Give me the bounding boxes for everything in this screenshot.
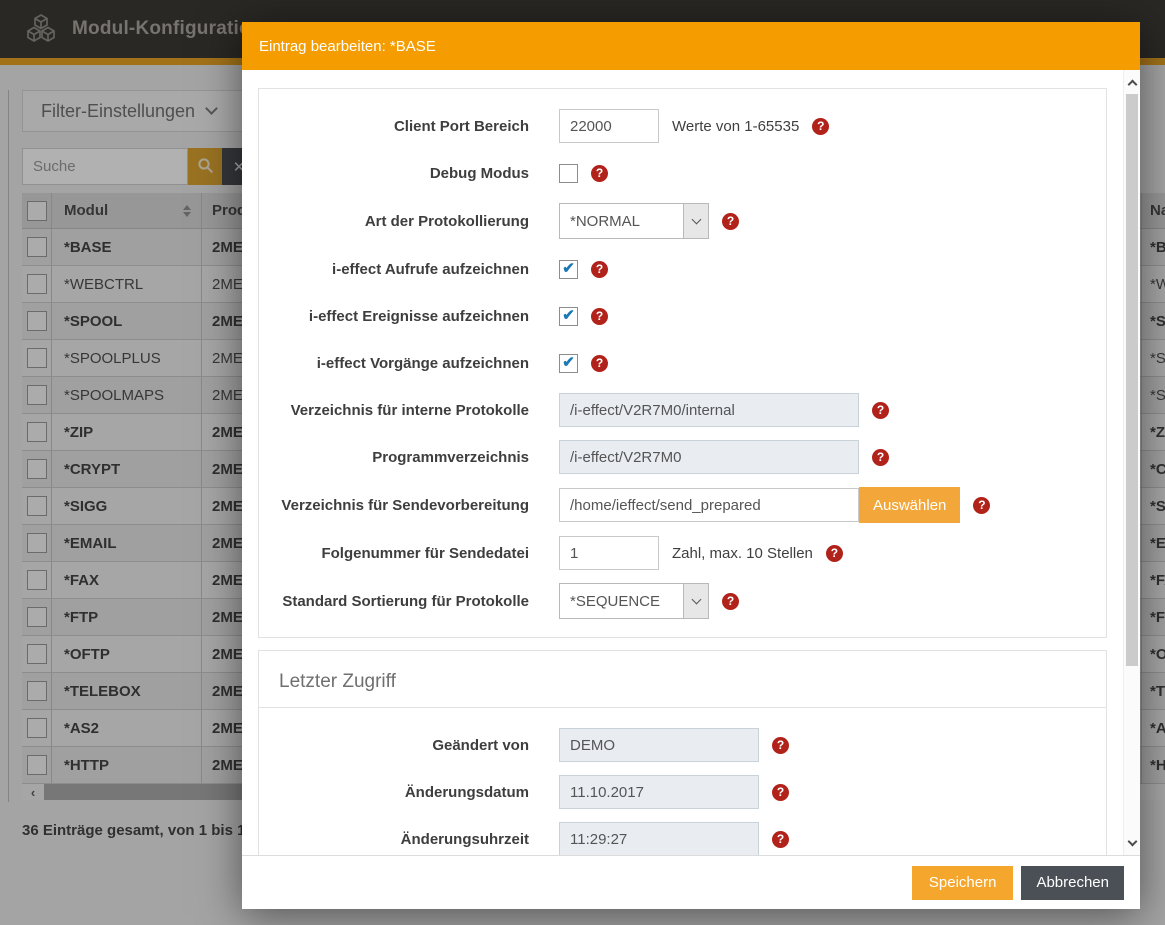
form-row-aufrufe: i-effect Aufrufe aufzeichnen ? (259, 252, 1106, 286)
debug-checkbox[interactable] (559, 164, 578, 183)
form-row-client-port: Client Port Bereich Werte von 1-65535 ? (259, 109, 1106, 143)
help-icon[interactable]: ? (591, 165, 608, 182)
client-port-input[interactable] (559, 109, 659, 143)
form-row-folgenummer: Folgenummer für Sendedatei Zahl, max. 10… (259, 536, 1106, 570)
modal-title: Eintrag bearbeiten: *BASE (259, 38, 436, 55)
vorgaenge-label: i-effect Vorgänge aufzeichnen (259, 355, 529, 372)
aenderungsuhrzeit-input (559, 822, 759, 855)
edit-entry-modal: Eintrag bearbeiten: *BASE Client Port Be… (242, 22, 1140, 909)
folgenummer-input[interactable] (559, 536, 659, 570)
help-icon[interactable]: ? (722, 593, 739, 610)
settings-panel: Client Port Bereich Werte von 1-65535 ? … (258, 88, 1107, 638)
form-row-debug: Debug Modus ? (259, 156, 1106, 190)
help-icon[interactable]: ? (772, 831, 789, 848)
sendevorbereitung-label: Verzeichnis für Sendevorbereitung (259, 497, 529, 514)
modal-body: Client Port Bereich Werte von 1-65535 ? … (242, 70, 1140, 855)
form-row-programmverzeichnis: Programmverzeichnis ? (259, 440, 1106, 474)
help-icon[interactable]: ? (772, 784, 789, 801)
form-row-sendevorbereitung: Verzeichnis für Sendevorbereitung Auswäh… (259, 487, 1106, 523)
help-icon[interactable]: ? (973, 497, 990, 514)
form-row-ereignisse: i-effect Ereignisse aufzeichnen ? (259, 299, 1106, 333)
sendevorbereitung-input[interactable] (559, 488, 859, 522)
help-icon[interactable]: ? (872, 402, 889, 419)
page: Modul-Konfiguration Filter-Einstellungen… (0, 0, 1165, 925)
aenderungsdatum-label: Änderungsdatum (259, 784, 529, 801)
form-row-sortierung: Standard Sortierung für Protokolle *SEQU… (259, 583, 1106, 619)
help-icon[interactable]: ? (872, 449, 889, 466)
protokollierung-select[interactable]: *NORMAL (559, 203, 709, 239)
folgenummer-label: Folgenummer für Sendedatei (259, 545, 529, 562)
scroll-up-arrow-icon[interactable] (1124, 74, 1140, 90)
help-icon[interactable]: ? (826, 545, 843, 562)
scroll-down-arrow-icon[interactable] (1124, 835, 1140, 851)
protokollierung-label: Art der Protokollierung (259, 213, 529, 230)
debug-label: Debug Modus (259, 165, 529, 182)
help-icon[interactable]: ? (772, 737, 789, 754)
geaendert-von-input (559, 728, 759, 762)
letzter-zugriff-panel: Letzter Zugriff Geändert von ? Änderungs… (258, 650, 1107, 855)
help-icon[interactable]: ? (591, 355, 608, 372)
interne-protokolle-label: Verzeichnis für interne Protokolle (259, 402, 529, 419)
ereignisse-label: i-effect Ereignisse aufzeichnen (259, 308, 529, 325)
vertical-scrollbar-thumb[interactable] (1126, 94, 1138, 666)
cancel-button[interactable]: Abbrechen (1021, 866, 1124, 900)
modal-vertical-scrollbar[interactable] (1123, 70, 1140, 855)
aenderungsdatum-input (559, 775, 759, 809)
client-port-label: Client Port Bereich (259, 118, 529, 135)
chevron-down-icon (683, 584, 708, 618)
form-row-aenderungsuhrzeit: Änderungsuhrzeit ? (259, 822, 1106, 855)
help-icon[interactable]: ? (812, 118, 829, 135)
sortierung-label: Standard Sortierung für Protokolle (259, 593, 529, 610)
choose-directory-button[interactable]: Auswählen (859, 487, 960, 523)
vorgaenge-checkbox[interactable] (559, 354, 578, 373)
programmverzeichnis-input (559, 440, 859, 474)
letzter-zugriff-title: Letzter Zugriff (259, 651, 1106, 707)
help-icon[interactable]: ? (591, 308, 608, 325)
help-icon[interactable]: ? (591, 261, 608, 278)
aufrufe-label: i-effect Aufrufe aufzeichnen (259, 261, 529, 278)
modal-footer: Speichern Abbrechen (242, 855, 1140, 909)
form-row-geaendert-von: Geändert von ? (259, 728, 1106, 762)
folgenummer-hint: Zahl, max. 10 Stellen (672, 545, 813, 562)
chevron-down-icon (683, 204, 708, 238)
form-row-protokollierung: Art der Protokollierung *NORMAL ? (259, 203, 1106, 239)
form-row-aenderungsdatum: Änderungsdatum ? (259, 775, 1106, 809)
sortierung-select[interactable]: *SEQUENCE (559, 583, 709, 619)
aufrufe-checkbox[interactable] (559, 260, 578, 279)
programmverzeichnis-label: Programmverzeichnis (259, 449, 529, 466)
aenderungsuhrzeit-label: Änderungsuhrzeit (259, 831, 529, 848)
modal-header: Eintrag bearbeiten: *BASE (242, 22, 1140, 70)
form-row-interne-protokolle: Verzeichnis für interne Protokolle ? (259, 393, 1106, 427)
ereignisse-checkbox[interactable] (559, 307, 578, 326)
help-icon[interactable]: ? (722, 213, 739, 230)
form-row-vorgaenge: i-effect Vorgänge aufzeichnen ? (259, 346, 1106, 380)
geaendert-von-label: Geändert von (259, 737, 529, 754)
save-button[interactable]: Speichern (912, 866, 1014, 900)
client-port-hint: Werte von 1-65535 (672, 118, 799, 135)
interne-protokolle-input (559, 393, 859, 427)
